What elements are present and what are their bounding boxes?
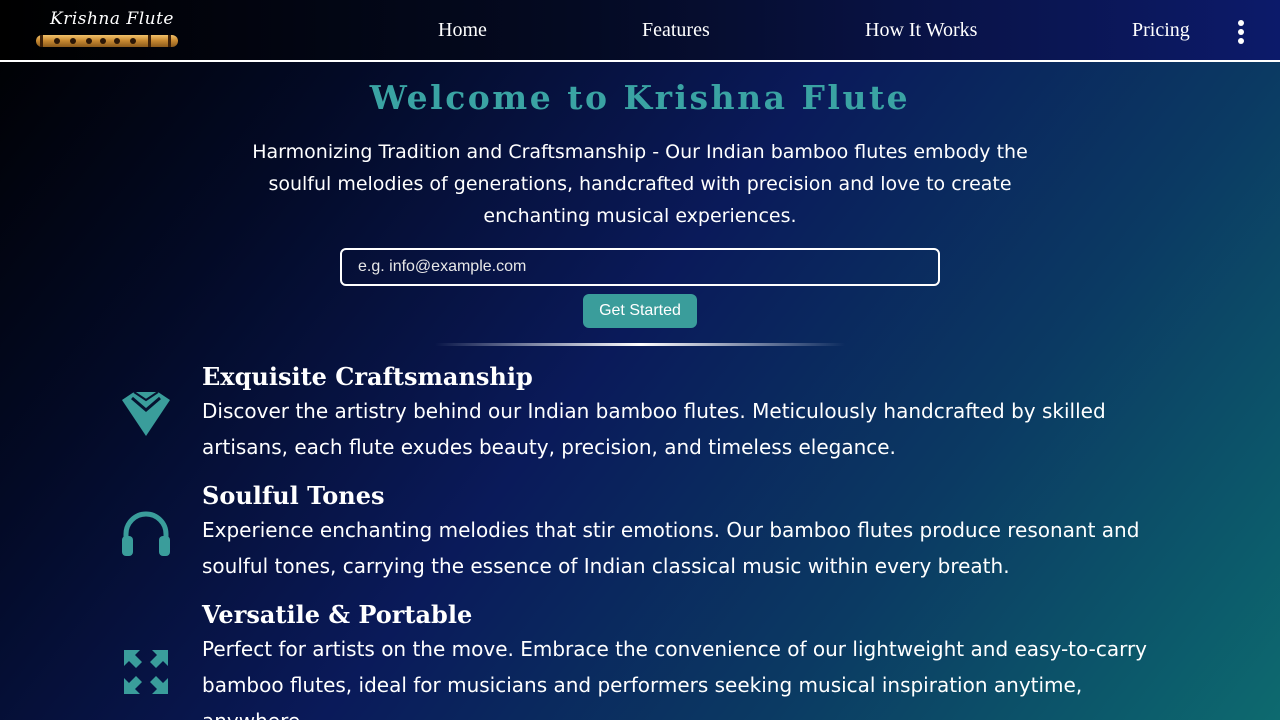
expand-arrows-icon xyxy=(124,650,168,694)
nav-home-link[interactable]: Home xyxy=(438,19,487,42)
email-input[interactable] xyxy=(340,248,940,286)
feature-desc-versatile: Perfect for artists on the move. Embrace… xyxy=(202,637,1148,720)
feature-title-soulful-tones: Soulful Tones xyxy=(202,481,385,510)
hero-title: Welcome to Krishna Flute xyxy=(369,78,911,117)
section-divider xyxy=(435,343,845,346)
gem-icon xyxy=(122,391,170,436)
nav-pricing-link[interactable]: Pricing xyxy=(1132,19,1190,42)
flute-icon xyxy=(36,35,178,47)
nav-features-link[interactable]: Features xyxy=(642,19,710,42)
get-started-button[interactable]: Get Started xyxy=(583,294,697,328)
nav-how-it-works-link[interactable]: How It Works xyxy=(865,19,977,42)
more-vertical-icon[interactable] xyxy=(1232,20,1250,44)
headphones-icon xyxy=(122,511,170,556)
hero-subtitle: Harmonizing Tradition and Craftsmanship … xyxy=(252,141,1028,227)
feature-desc-craftsmanship: Discover the artistry behind our Indian … xyxy=(202,399,1106,459)
feature-title-versatile: Versatile & Portable xyxy=(202,600,473,629)
feature-title-craftsmanship: Exquisite Craftsmanship xyxy=(202,362,533,391)
logo[interactable]: Krishna Flute xyxy=(36,8,178,50)
navbar: Krishna Flute Home Features How It Works… xyxy=(0,0,1280,62)
feature-desc-soulful-tones: Experience enchanting melodies that stir… xyxy=(202,518,1140,578)
logo-text: Krishna Flute xyxy=(50,9,174,29)
